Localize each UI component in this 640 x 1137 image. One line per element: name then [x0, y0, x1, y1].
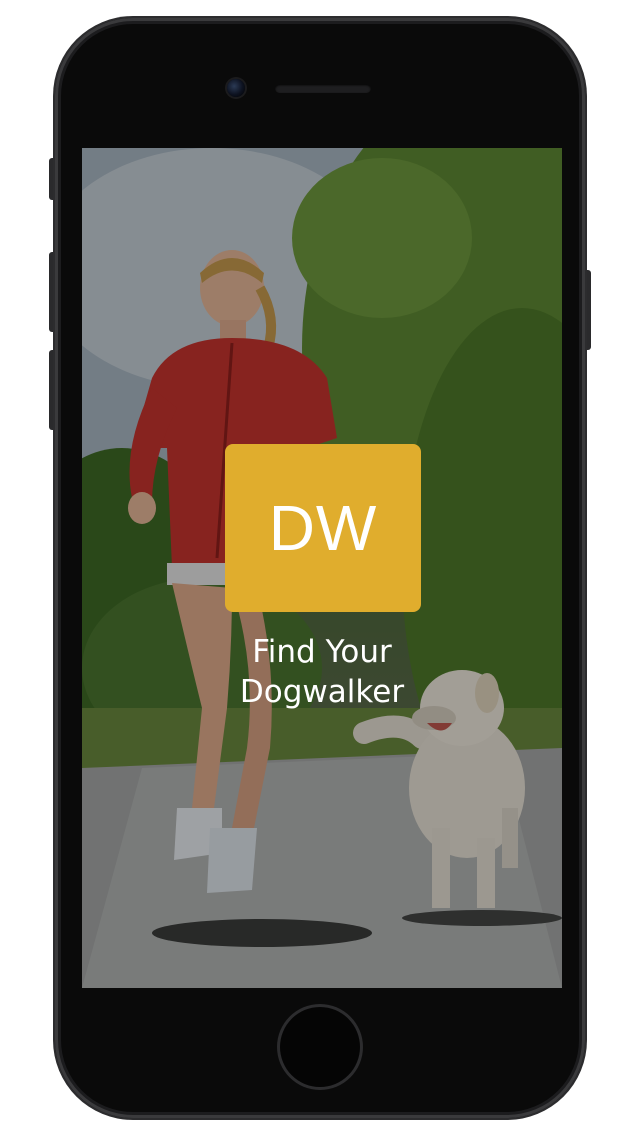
power-button [584, 270, 591, 350]
tagline-line-2: Dogwalker [239, 674, 405, 710]
home-button-icon[interactable] [280, 1007, 360, 1087]
front-camera-icon [227, 79, 245, 97]
device-mockup: DW Find Your Dogwalker [0, 0, 640, 1137]
app-logo: DW [225, 444, 421, 612]
logo-text: DW [268, 492, 378, 564]
tagline-line-1: Find Your [252, 634, 392, 670]
earpiece-speaker-icon [275, 84, 371, 93]
tagline: Find Your Dogwalker [82, 632, 562, 712]
app-screen: DW Find Your Dogwalker [82, 148, 562, 988]
